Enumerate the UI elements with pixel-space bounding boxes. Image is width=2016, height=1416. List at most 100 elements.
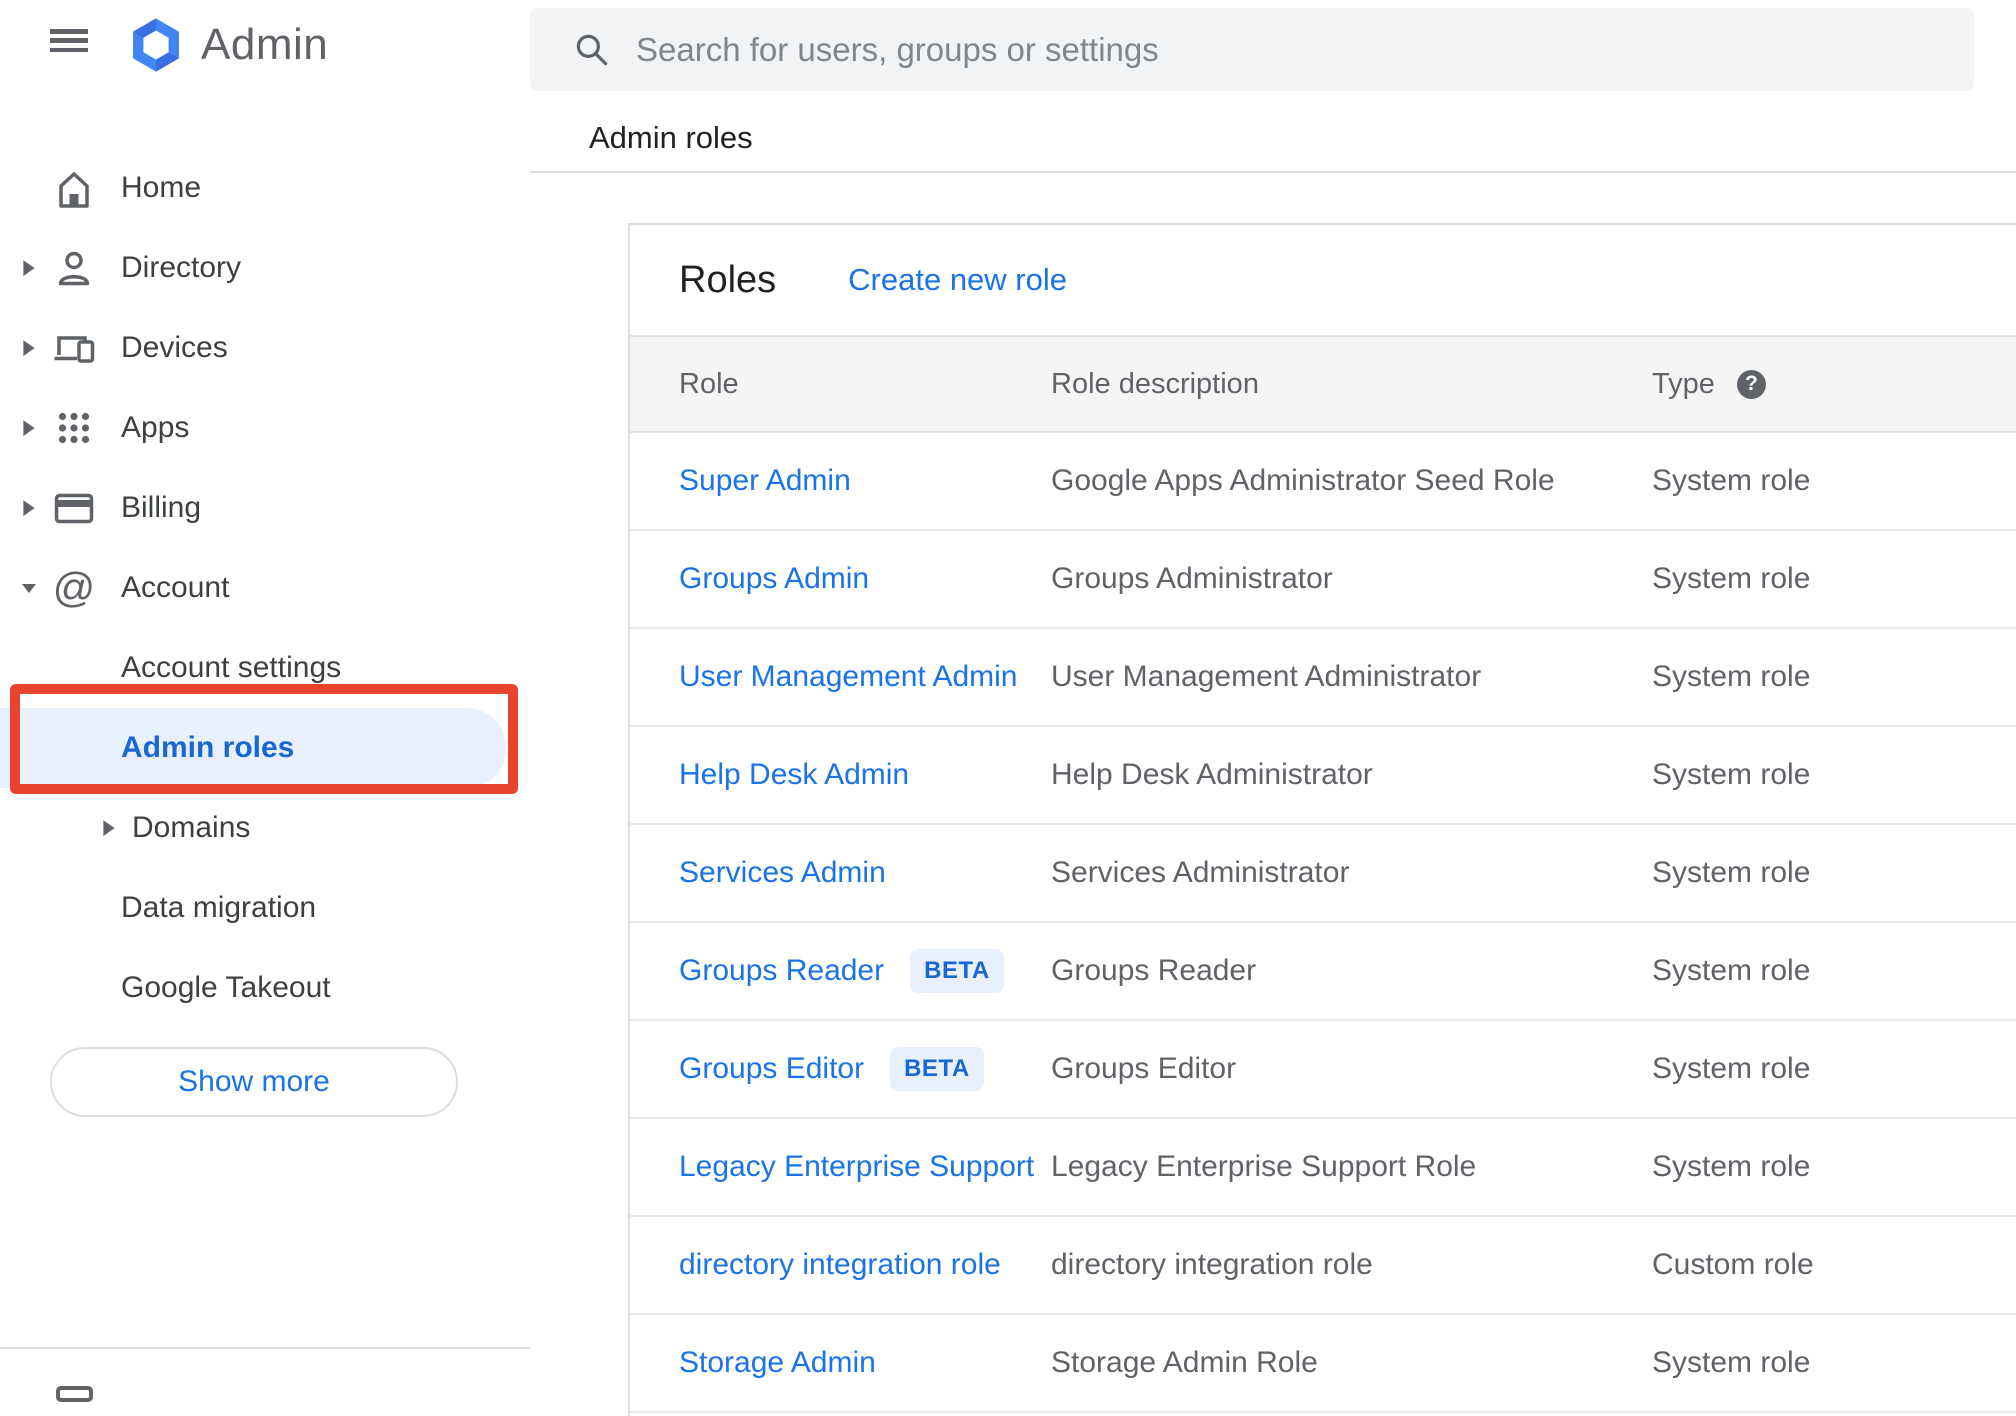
sidebar-item-data-migration[interactable]: Data migration [0, 868, 530, 948]
at-sign-icon: @ [52, 564, 96, 611]
table-row[interactable]: directory integration role directory inte… [630, 1217, 2016, 1315]
role-type-cell: System role [1652, 1150, 1811, 1183]
role-link[interactable]: Help Desk Admin [679, 758, 909, 792]
table-row[interactable]: Services Admin Services Administrator Syst… [630, 825, 2016, 923]
role-cell: User Management Admin [679, 660, 1051, 694]
sidebar-item-label: Account settings [121, 651, 342, 684]
sidebar-item-google-takeout[interactable]: Google Takeout [0, 948, 530, 1028]
main-content: Admin roles Roles Create new role Role R… [530, 0, 2016, 1416]
role-cell: Groups Reader BETA [679, 949, 1051, 993]
role-cell: Groups Admin [679, 562, 1051, 596]
table-row[interactable]: User Management Admin User Management Adm… [630, 629, 2016, 727]
role-description-cell: Services Administrator [1051, 856, 1350, 889]
chevron-right-icon[interactable] [20, 419, 38, 437]
panel-title: Roles [679, 258, 777, 301]
sidebar-item-label: Domains [132, 811, 251, 844]
chevron-right-icon[interactable] [20, 259, 38, 277]
devices-icon [52, 326, 96, 370]
sidebar-item-label: Devices [121, 331, 228, 364]
show-more-button[interactable]: Show more [50, 1047, 458, 1117]
roles-panel: Roles Create new role Role Role descript… [628, 223, 2016, 1416]
role-type-cell: System role [1652, 562, 1811, 595]
sidebar-item-devices[interactable]: Devices [0, 308, 530, 388]
sidebar-item-label: Account [121, 571, 230, 604]
sidebar-bottom-divider [0, 1347, 530, 1349]
role-link[interactable]: Groups Editor [679, 1052, 864, 1086]
role-link[interactable]: Services Admin [679, 856, 886, 890]
role-type-cell: System role [1652, 954, 1811, 987]
home-icon [52, 166, 96, 210]
role-link[interactable]: Storage Admin [679, 1346, 876, 1380]
table-header: Role Role description Type ? [630, 335, 2016, 433]
table-row[interactable]: Super Admin Google Apps Administrator See… [630, 433, 2016, 531]
app-brand: Admin [127, 16, 328, 74]
table-body: Super Admin Google Apps Administrator See… [630, 433, 2016, 1413]
role-type-cell: System role [1652, 758, 1811, 791]
search-input[interactable] [636, 30, 1916, 69]
role-description-cell: Legacy Enterprise Support Role [1051, 1150, 1477, 1183]
chevron-right-icon[interactable] [20, 339, 38, 357]
role-type-cell: System role [1652, 660, 1811, 693]
role-description-cell: Groups Administrator [1051, 562, 1333, 595]
role-description-cell: Help Desk Administrator [1051, 758, 1373, 791]
table-row[interactable]: Storage Admin Storage Admin Role System ro… [630, 1315, 2016, 1413]
role-description-cell: Groups Editor [1051, 1052, 1237, 1085]
admin-hexagon-logo-icon [133, 18, 179, 72]
table-row[interactable]: Groups Reader BETA Groups Reader System rol… [630, 923, 2016, 1021]
sidebar-item-account-settings[interactable]: Account settings [0, 628, 530, 708]
role-type-cell: System role [1652, 856, 1811, 889]
table-row[interactable]: Help Desk Admin Help Desk Administrator Sy… [630, 727, 2016, 825]
role-description-cell: Google Apps Administrator Seed Role [1051, 464, 1555, 497]
sidebar-item-label: Admin roles [121, 731, 295, 764]
role-link[interactable]: Super Admin [679, 464, 851, 498]
search-icon [576, 34, 608, 65]
sidebar-item-admin-roles[interactable]: Admin roles [0, 708, 506, 788]
role-link[interactable]: directory integration role [679, 1248, 1001, 1282]
chevron-right-icon[interactable] [20, 499, 38, 517]
role-type-cell: System role [1652, 464, 1811, 497]
apps-grid-icon [52, 406, 96, 450]
sidebar-item-domains[interactable]: Domains [0, 788, 530, 868]
sidebar: Admin Home Directory Devices Apps Billing @ Ac… [0, 0, 530, 1402]
role-cell: Storage Admin [679, 1346, 1051, 1380]
sidebar-item-directory[interactable]: Directory [0, 228, 530, 308]
sidebar-item-label: Home [121, 171, 202, 204]
table-row[interactable]: Groups Editor BETA Groups Editor System rol… [630, 1021, 2016, 1119]
role-link[interactable]: Groups Admin [679, 562, 869, 596]
person-icon [52, 246, 96, 290]
chevron-right-icon[interactable] [100, 819, 118, 837]
chevron-down-icon[interactable] [20, 579, 38, 597]
roles-panel-header: Roles Create new role [630, 225, 2016, 335]
search-bar[interactable] [530, 8, 1974, 91]
column-header-role-description: Role description [1051, 367, 1259, 400]
role-link[interactable]: User Management Admin [679, 660, 1018, 694]
role-description-cell: Storage Admin Role [1051, 1346, 1318, 1379]
sidebar-item-apps[interactable]: Apps [0, 388, 530, 468]
sidebar-item-billing[interactable]: Billing [0, 468, 530, 548]
role-link[interactable]: Legacy Enterprise Support [679, 1150, 1034, 1184]
role-cell: Services Admin [679, 856, 1051, 890]
hamburger-menu-icon[interactable] [50, 29, 88, 52]
sidebar-item-label: Google Takeout [121, 971, 331, 1004]
table-row[interactable]: Legacy Enterprise Support Legacy Enterpri… [630, 1119, 2016, 1217]
role-link[interactable]: Groups Reader [679, 954, 884, 988]
role-type-cell: System role [1652, 1346, 1811, 1379]
sidebar-item-label: Data migration [121, 891, 317, 924]
help-icon[interactable]: ? [1736, 369, 1766, 399]
role-cell: Super Admin [679, 464, 1051, 498]
beta-badge: BETA [890, 1047, 984, 1091]
column-header-type: Type ? [1652, 368, 2016, 401]
breadcrumb: Admin roles [589, 120, 753, 155]
sidebar-item-label: Apps [121, 411, 190, 444]
sidebar-item-label: Directory [121, 251, 242, 284]
column-header-role: Role [679, 367, 739, 400]
table-row[interactable]: Groups Admin Groups Administrator System r… [630, 531, 2016, 629]
role-type-cell: System role [1652, 1052, 1811, 1085]
sidebar-item-label: Billing [121, 491, 202, 524]
role-cell: Groups Editor BETA [679, 1047, 1051, 1091]
sidebar-item-account[interactable]: @ Account [0, 548, 530, 628]
sidebar-item-home[interactable]: Home [0, 148, 530, 228]
create-new-role-link[interactable]: Create new role [848, 262, 1067, 298]
content-divider [530, 171, 2016, 173]
role-description-cell: Groups Reader [1051, 954, 1257, 987]
